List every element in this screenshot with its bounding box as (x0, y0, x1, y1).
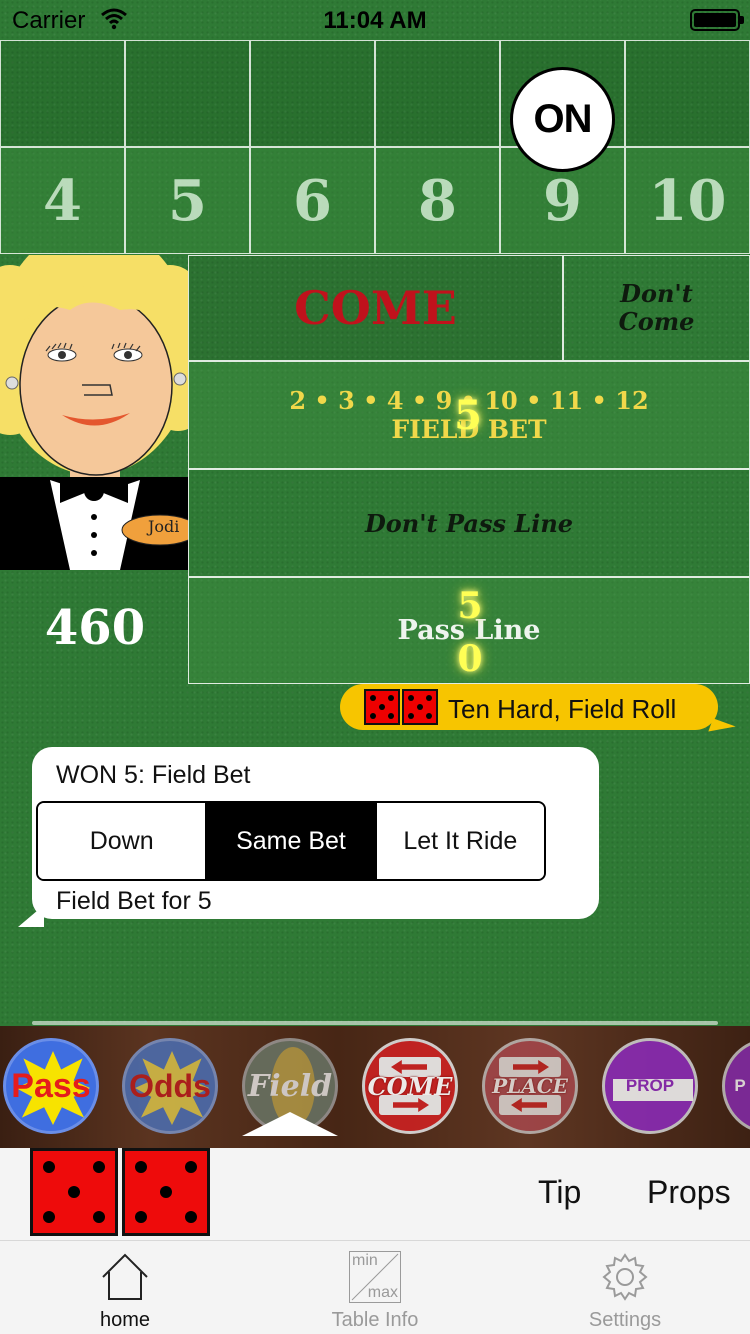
home-icon (102, 1253, 148, 1300)
die-2-icon[interactable] (122, 1148, 210, 1236)
prop-chip-partial-label: P (734, 1076, 746, 1095)
place-number-6[interactable]: 6 (250, 147, 375, 254)
max-icon-text: max (367, 1284, 398, 1301)
tab-table-info-label: Table Info (331, 1309, 419, 1331)
roll-message-bubble: Ten Hard, Field Roll (340, 684, 736, 740)
come-chip-button[interactable]: COME (362, 1038, 458, 1134)
odds-chip-label: Odds (129, 1067, 211, 1104)
prop-chip-label: PROP (625, 1076, 675, 1095)
place-chip-button[interactable]: PLACE (482, 1038, 578, 1134)
battery-icon (690, 9, 744, 31)
dont-pass-area[interactable]: Don't Pass Line (188, 469, 750, 577)
place-bet-box-8[interactable] (375, 40, 500, 147)
tab-home[interactable]: home (0, 1241, 250, 1334)
min-icon-text: min (352, 1252, 378, 1269)
bankroll: 460 (44, 600, 146, 656)
odds-chip-button[interactable]: Odds (122, 1038, 218, 1134)
prop-chip-button[interactable]: PROP (602, 1038, 698, 1134)
chip-rail[interactable]: Pass Odds Field COME PLACE PROP P (0, 1026, 750, 1148)
prop-chip-button-partial[interactable]: P (722, 1038, 750, 1134)
place-bet-box-6[interactable] (250, 40, 375, 147)
dont-come-area[interactable]: Don't Come (563, 255, 750, 361)
pass-bet-amount-bottom: 0 (457, 638, 483, 680)
place-bet-box-4[interactable] (0, 40, 125, 147)
come-area[interactable]: COME (188, 255, 563, 361)
tip-button[interactable]: Tip (538, 1174, 581, 1211)
clock: 11:04 AM (323, 7, 427, 34)
bet-result-bubble: WON 5: Field Bet Down Same Bet Let It Ri… (18, 747, 599, 927)
come-label: COME (294, 281, 457, 335)
roll-message-text: Ten Hard, Field Roll (448, 694, 677, 724)
on-puck: ON (510, 67, 615, 172)
controls-bar: Tip Props (0, 1148, 750, 1240)
gear-icon (602, 1253, 648, 1301)
place-number-4[interactable]: 4 (0, 147, 125, 254)
pass-chip-label: Pass (11, 1066, 91, 1105)
result-footer: Field Bet for 5 (56, 887, 212, 915)
roll-die-2-icon (402, 689, 438, 725)
tab-table-info[interactable]: min max Table Info (250, 1241, 500, 1334)
field-chip-label: Field (247, 1068, 333, 1104)
dont-come-label: Don't Come (618, 279, 695, 336)
dont-pass-label: Don't Pass Line (364, 508, 574, 538)
dealer-name-badge: Jodi (148, 517, 180, 536)
segment-let-it-ride[interactable]: Let It Ride (374, 803, 544, 879)
field-bet-amount: 5 (454, 392, 482, 439)
place-number-8[interactable]: 8 (375, 147, 500, 254)
tab-home-label: home (99, 1309, 151, 1331)
place-bet-box-5[interactable] (125, 40, 250, 147)
status-bar: Carrier 11:04 AM (0, 0, 750, 40)
pass-chip-button[interactable]: Pass (3, 1038, 99, 1134)
place-number-5[interactable]: 5 (125, 147, 250, 254)
tab-settings-label: Settings (588, 1309, 662, 1331)
bet-action-segmented-control[interactable]: Down Same Bet Let It Ride (36, 801, 546, 881)
props-button[interactable]: Props (647, 1174, 731, 1211)
result-title: WON 5: Field Bet (56, 761, 251, 789)
place-number-10[interactable]: 10 (625, 147, 750, 254)
roll-die-1-icon (364, 689, 400, 725)
divider (32, 1021, 718, 1025)
tab-settings[interactable]: Settings (500, 1241, 750, 1334)
selected-chip-indicator-icon (242, 1112, 338, 1136)
segment-same-bet[interactable]: Same Bet (205, 803, 375, 879)
segment-down[interactable]: Down (38, 803, 206, 879)
min-max-icon: min max (349, 1251, 401, 1303)
tab-bar: home min max Table Info Settings (0, 1240, 750, 1334)
die-1-icon[interactable] (30, 1148, 118, 1236)
place-bet-box-10[interactable] (625, 40, 750, 147)
dealer-avatar: Jodi (0, 255, 188, 570)
pass-bet-amount-top: 5 (457, 585, 483, 627)
